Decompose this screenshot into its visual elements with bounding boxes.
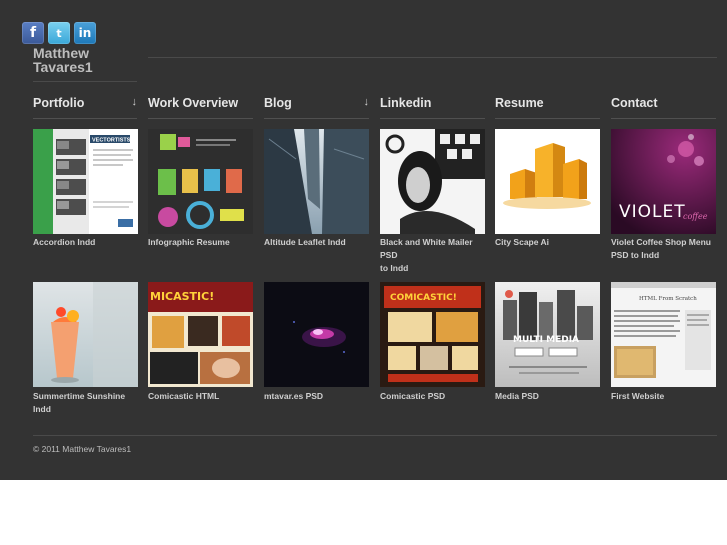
svg-text:MICASTIC!: MICASTIC!: [150, 290, 214, 303]
nav-label: Work Overview: [148, 96, 239, 110]
nav-label: Resume: [495, 96, 544, 110]
caption-line: mtavar.es PSD: [264, 391, 324, 401]
caption-line: Summertime Sunshine: [33, 391, 126, 401]
facebook-icon[interactable]: f: [22, 22, 44, 44]
thumb-mtavar-es-psd[interactable]: [264, 282, 369, 387]
caption-line: to Indd: [380, 263, 409, 273]
thumb-violet-coffee[interactable]: VIOLET coffee: [611, 129, 716, 234]
caption-line: Indd: [33, 404, 51, 414]
caption-line: Infographic Resume: [148, 237, 230, 247]
caption-line: Comicastic HTML: [148, 391, 220, 401]
caption-media-psd[interactable]: Media PSD: [495, 390, 605, 403]
caption-line: Violet Coffee Shop Menu: [611, 237, 711, 247]
caption-mtavar-es-psd[interactable]: mtavar.es PSD: [264, 390, 374, 403]
nav-blog[interactable]: Blog ↓: [264, 96, 369, 119]
caption-line: Comicastic PSD: [380, 391, 446, 401]
down-arrow-icon: ↓: [363, 96, 370, 108]
header-divider: [148, 57, 717, 58]
nav-label: Portfolio: [33, 96, 85, 110]
caption-city-scape[interactable]: City Scape Ai: [495, 236, 605, 249]
caption-accordion-indd[interactable]: Accordion Indd: [33, 236, 143, 249]
nav-label: Contact: [611, 96, 658, 110]
site-title-line2: Tavares1: [33, 59, 93, 75]
page-background: f t in Matthew Tavares1 Portfolio ↓ Work…: [0, 0, 727, 480]
thumb-first-website[interactable]: HTML From Scratch: [611, 282, 716, 387]
site-title[interactable]: Matthew Tavares1: [33, 46, 133, 74]
caption-first-website[interactable]: First Website: [611, 390, 721, 403]
site-title-line1: Matthew: [33, 45, 89, 61]
thumb-comicastic-psd[interactable]: COMICASTIC!: [380, 282, 485, 387]
caption-summertime-sunshine[interactable]: Summertime Sunshine Indd: [33, 390, 143, 416]
svg-text:COMICASTIC!: COMICASTIC!: [390, 293, 457, 303]
caption-altitude-leaflet[interactable]: Altitude Leaflet Indd: [264, 236, 374, 249]
down-arrow-icon: ↓: [131, 96, 138, 108]
caption-infographic-resume[interactable]: Infographic Resume: [148, 236, 258, 249]
nav-label: Blog: [264, 96, 292, 110]
svg-text:MULTI MEDIA: MULTI MEDIA: [513, 335, 579, 345]
thumb-media-psd[interactable]: MULTI MEDIA: [495, 282, 600, 387]
caption-line: PSD to Indd: [611, 250, 660, 260]
facebook-glyph: f: [29, 25, 37, 41]
caption-line: Black and White Mailer PSD: [380, 237, 473, 260]
nav-linkedin[interactable]: Linkedin: [380, 96, 485, 119]
caption-line: First Website: [611, 391, 665, 401]
thumb-city-scape[interactable]: [495, 129, 600, 234]
thumb-comicastic-html[interactable]: MICASTIC!: [148, 282, 253, 387]
footer-divider: [33, 435, 717, 436]
linkedin-glyph: in: [78, 26, 92, 40]
nav-label: Linkedin: [380, 96, 432, 110]
caption-line: Media PSD: [495, 391, 539, 401]
caption-black-white-mailer[interactable]: Black and White Mailer PSD to Indd: [380, 236, 490, 275]
svg-text:coffee: coffee: [683, 212, 708, 221]
svg-text:VIOLET: VIOLET: [619, 202, 686, 222]
caption-line: City Scape Ai: [495, 237, 550, 247]
caption-line: Altitude Leaflet Indd: [264, 237, 346, 247]
title-divider: [33, 81, 137, 82]
svg-text:VECTORTISTS: VECTORTISTS: [92, 138, 131, 144]
nav-resume[interactable]: Resume: [495, 96, 600, 119]
twitter-glyph: t: [56, 26, 62, 40]
nav-contact[interactable]: Contact: [611, 96, 716, 119]
thumb-altitude-leaflet[interactable]: [264, 129, 369, 234]
footer-copyright: © 2011 Matthew Tavares1: [33, 444, 132, 454]
caption-comicastic-html[interactable]: Comicastic HTML: [148, 390, 258, 403]
caption-line: Accordion Indd: [33, 237, 96, 247]
linkedin-icon[interactable]: in: [74, 22, 96, 44]
svg-text:HTML From Scratch: HTML From Scratch: [639, 296, 697, 302]
thumb-accordion-indd[interactable]: VECTORTISTS: [33, 129, 138, 234]
caption-comicastic-psd[interactable]: Comicastic PSD: [380, 390, 490, 403]
twitter-icon[interactable]: t: [48, 22, 70, 44]
nav-work-overview[interactable]: Work Overview: [148, 96, 253, 119]
nav-portfolio[interactable]: Portfolio ↓: [33, 96, 137, 119]
thumb-black-white-mailer[interactable]: [380, 129, 485, 234]
caption-violet-coffee[interactable]: Violet Coffee Shop Menu PSD to Indd: [611, 236, 721, 262]
thumb-infographic-resume[interactable]: [148, 129, 253, 234]
thumb-summertime-sunshine[interactable]: [33, 282, 138, 387]
